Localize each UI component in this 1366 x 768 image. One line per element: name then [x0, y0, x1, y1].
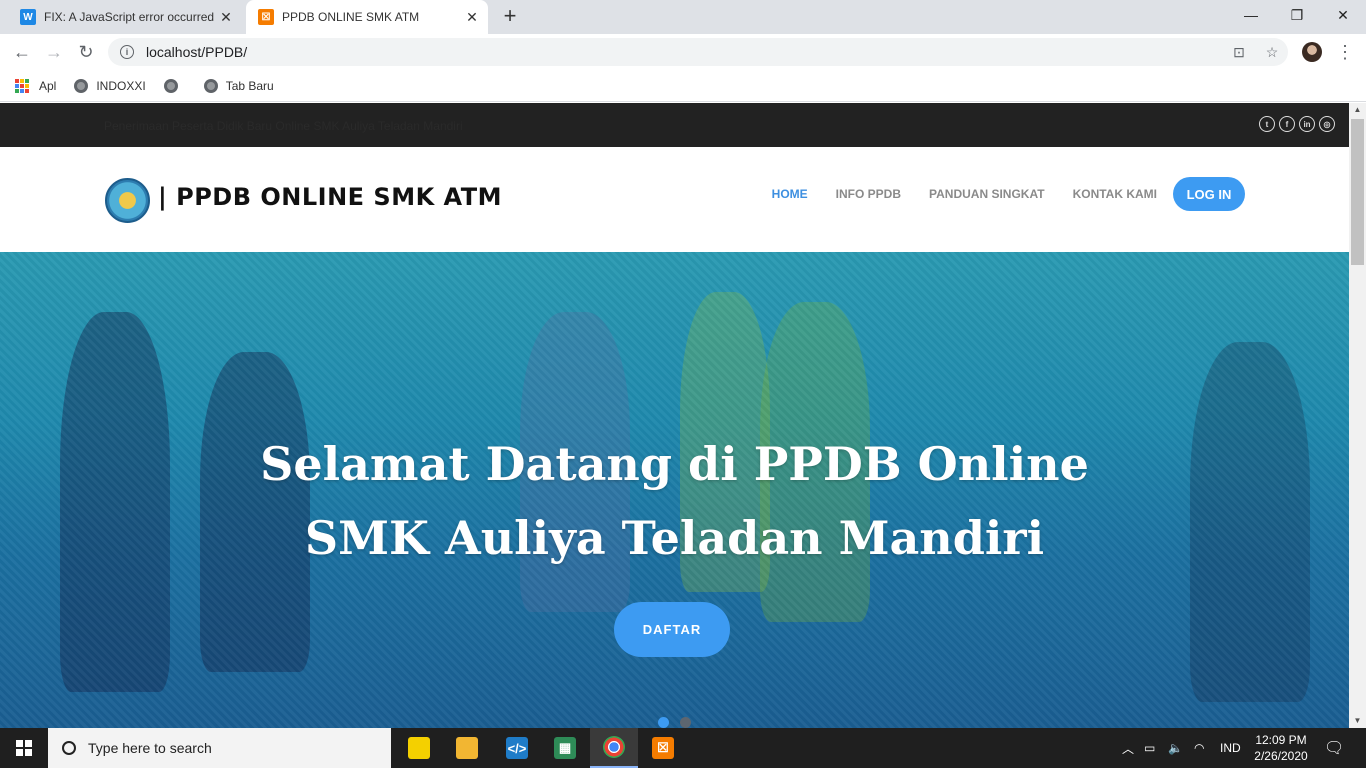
nav-kontak-kami[interactable]: KONTAK KAMI [1073, 187, 1157, 201]
windows-taskbar: Type here to search </> ▦ ☒ ︿ ▭ 🔈 ◠ IND … [0, 728, 1366, 768]
carousel-dot[interactable] [680, 717, 691, 728]
main-nav: HOME INFO PPDB PANDUAN SINGKAT KONTAK KA… [744, 177, 1245, 211]
browser-tab[interactable]: W FIX: A JavaScript error occurred in ✕ [10, 0, 242, 34]
language-indicator[interactable]: IND [1220, 728, 1241, 768]
address-bar[interactable]: i localhost/PPDB/ [108, 38, 1288, 66]
new-tab-button[interactable]: + [498, 4, 522, 28]
vscode-app[interactable]: </> [493, 728, 541, 768]
browser-tab-active[interactable]: ☒ PPDB ONLINE SMK ATM ✕ [246, 0, 488, 34]
site-topbar: Penerimaan Peserta Didik Baru Online SMK… [0, 103, 1349, 147]
search-placeholder: Type here to search [88, 740, 212, 756]
globe-icon [74, 78, 89, 93]
bookmark-unnamed[interactable] [163, 78, 186, 93]
facebook-icon[interactable]: f [1279, 116, 1295, 132]
hero-title: Selamat Datang di PPDB Online SMK Auliya… [0, 427, 1349, 575]
scrollbar-thumb[interactable] [1351, 119, 1364, 265]
notifications-icon[interactable]: 🗨 [1324, 728, 1344, 768]
restore-icon[interactable]: ❐ [1274, 0, 1320, 30]
bookmark-label: Tab Baru [225, 78, 274, 93]
bookmark-tab-baru[interactable]: Tab Baru [203, 78, 274, 93]
site-brand[interactable]: | PPDB ONLINE SMK ATM [158, 183, 502, 211]
show-hidden-icons[interactable]: ︿ [1122, 728, 1134, 768]
start-button[interactable] [0, 728, 48, 768]
translate-icon[interactable]: ⊡ [1231, 44, 1247, 60]
globe-icon [163, 78, 178, 93]
nav-panduan-singkat[interactable]: PANDUAN SINGKAT [929, 187, 1045, 201]
forward-icon[interactable]: → [42, 40, 66, 64]
bookmarks-bar: Apl INDOXXI Tab Baru [0, 70, 1366, 102]
globe-icon [203, 78, 218, 93]
browser-toolbar: ← → ↻ i localhost/PPDB/ ⊡ ☆ ⋮ [0, 34, 1366, 70]
clock-date: 2/26/2020 [1254, 749, 1308, 763]
spreadsheet-icon: ▦ [554, 737, 576, 759]
sticky-notes-icon [408, 737, 430, 759]
volume-icon[interactable]: 🔈 [1168, 728, 1183, 768]
wifi-icon[interactable]: ◠ [1194, 728, 1204, 768]
nav-info-ppdb[interactable]: INFO PPDB [836, 187, 901, 201]
taskbar-search[interactable]: Type here to search [48, 728, 391, 768]
xampp-app[interactable]: ☒ [639, 728, 687, 768]
close-tab-icon[interactable]: ✕ [464, 9, 480, 26]
instagram-icon[interactable]: ◎ [1319, 116, 1335, 132]
file-explorer-icon [456, 737, 478, 759]
windows-logo-icon [16, 740, 32, 756]
social-links: t f in ◎ [1259, 116, 1335, 132]
scroll-up-icon[interactable]: ▲ [1349, 103, 1366, 117]
system-clock[interactable]: 12:09 PM 2/26/2020 [1248, 732, 1314, 764]
bookmark-apps[interactable]: Apl [15, 78, 57, 93]
daftar-button[interactable]: DAFTAR [614, 602, 730, 657]
battery-icon[interactable]: ▭ [1144, 728, 1155, 768]
linkedin-icon[interactable]: in [1299, 116, 1315, 132]
spreadsheet-app[interactable]: ▦ [541, 728, 589, 768]
back-icon[interactable]: ← [10, 40, 34, 64]
carousel-indicators [658, 717, 691, 728]
chrome-app[interactable] [590, 728, 638, 768]
search-icon [62, 741, 76, 755]
tab-title: PPDB ONLINE SMK ATM [282, 10, 420, 24]
reload-icon[interactable]: ↻ [74, 40, 98, 64]
vscode-icon: </> [506, 737, 528, 759]
nav-home[interactable]: HOME [772, 187, 808, 201]
xampp-favicon-icon: ☒ [258, 9, 274, 25]
login-button[interactable]: LOG IN [1173, 177, 1245, 211]
url-text: localhost/PPDB/ [146, 44, 248, 60]
word-favicon-icon: W [20, 9, 36, 25]
close-tab-icon[interactable]: ✕ [218, 9, 234, 26]
chrome-icon [603, 736, 625, 758]
apps-grid-icon [15, 78, 29, 93]
bookmark-label: INDOXXI [96, 78, 146, 93]
file-explorer-app[interactable] [443, 728, 491, 768]
hero-carousel: Selamat Datang di PPDB Online SMK Auliya… [0, 252, 1349, 728]
browser-tab-bar: W FIX: A JavaScript error occurred in ✕ … [0, 0, 1366, 34]
scroll-down-icon[interactable]: ▼ [1349, 714, 1366, 728]
school-logo[interactable] [105, 178, 150, 223]
close-window-icon[interactable]: ✕ [1320, 0, 1366, 30]
bookmark-label: Apl [39, 78, 57, 93]
topbar-tagline: Penerimaan Peserta Didik Baru Online SMK… [104, 119, 463, 133]
site-header: | PPDB ONLINE SMK ATM HOME INFO PPDB PAN… [0, 147, 1349, 252]
sticky-notes-app[interactable] [395, 728, 443, 768]
carousel-dot-active[interactable] [658, 717, 669, 728]
site-info-icon[interactable]: i [120, 45, 134, 59]
bookmark-star-icon[interactable]: ☆ [1264, 44, 1280, 60]
hero-title-line1: Selamat Datang di PPDB Online [260, 437, 1089, 491]
bookmark-indoxxi[interactable]: INDOXXI [74, 78, 146, 93]
profile-avatar[interactable] [1302, 42, 1322, 62]
page-scrollbar[interactable]: ▲ ▼ [1349, 103, 1366, 728]
browser-menu-icon[interactable]: ⋮ [1336, 40, 1354, 64]
clock-time: 12:09 PM [1255, 733, 1307, 747]
twitter-icon[interactable]: t [1259, 116, 1275, 132]
tab-title: FIX: A JavaScript error occurred in [44, 10, 218, 24]
page-viewport: Penerimaan Peserta Didik Baru Online SMK… [0, 103, 1349, 728]
hero-title-line2: SMK Auliya Teladan Mandiri [304, 511, 1045, 565]
minimize-icon[interactable]: — [1228, 0, 1274, 30]
xampp-icon: ☒ [652, 737, 674, 759]
